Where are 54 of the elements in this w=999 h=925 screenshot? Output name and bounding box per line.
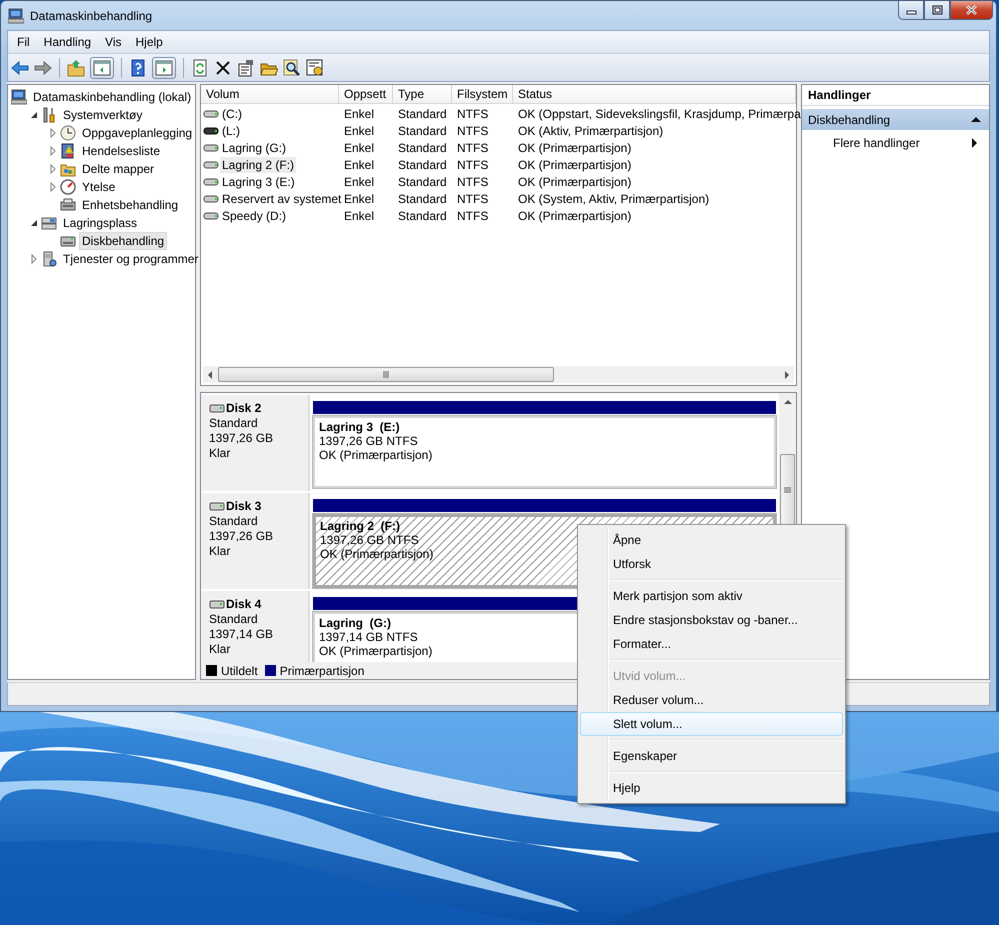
disk-type: Standard: [209, 514, 259, 529]
partition-status: OK (Primærpartisjon): [319, 448, 432, 462]
disk-size: 1397,14 GB: [209, 627, 274, 642]
table-cell-text: Enkel: [343, 106, 376, 120]
legend-label: Utildelt: [221, 664, 258, 678]
table-cell-text: OK (System, Aktiv, Primærpartisjon): [517, 192, 710, 206]
table-cell-text: Standard: [397, 124, 448, 138]
window-title: Datamaskinbehandling: [30, 8, 152, 22]
table-cell-text: Standard: [397, 192, 448, 206]
table-cell-text: OK (Primærpartisjon): [517, 174, 632, 188]
table-cell-text: NTFS: [456, 106, 490, 120]
disk-type: Standard: [209, 416, 259, 431]
disk-size: 1397,26 GB: [209, 529, 274, 544]
table-cell-text: NTFS: [456, 140, 490, 154]
disk-size: 1397,26 GB: [209, 431, 274, 446]
table-cell-text: Enkel: [343, 192, 376, 206]
partition-size: 1397,26 GB NTFS: [319, 434, 418, 448]
actions-title: Handlinger: [802, 85, 989, 106]
table-cell-text: NTFS: [456, 124, 490, 138]
partition-name: Lagring 2 (F:): [320, 519, 400, 533]
table-cell-text: NTFS: [456, 208, 490, 222]
table-cell-text: Enkel: [343, 174, 376, 188]
partition-size: 1397,14 GB NTFS: [319, 630, 418, 644]
table-cell-text: OK (Primærpartisjon): [517, 140, 632, 154]
partition-status: OK (Primærpartisjon): [319, 644, 432, 658]
disk-state: Klar: [209, 544, 232, 559]
table-cell-text: Standard: [397, 174, 448, 188]
table-cell-text: NTFS: [456, 174, 490, 188]
table-cell-text: Enkel: [343, 158, 376, 172]
table-cell-text: NTFS: [456, 192, 490, 206]
table-cell-text: NTFS: [456, 158, 490, 172]
disk-name: Disk 3: [226, 499, 262, 514]
partition-status: OK (Primærpartisjon): [320, 547, 434, 561]
disk-name: Disk 2: [226, 401, 262, 416]
disk-name: Disk 4: [226, 597, 262, 612]
disk-state: Klar: [209, 446, 232, 461]
table-cell-text: OK (Primærpartisjon): [517, 158, 632, 172]
partition-name: Lagring 3 (E:): [319, 420, 400, 434]
table-cell-text: Standard: [397, 208, 448, 222]
disk-type: Standard: [209, 612, 259, 627]
table-cell-text: Enkel: [343, 124, 376, 138]
partition-name: Lagring (G:): [319, 616, 391, 630]
disk-state: Klar: [209, 642, 232, 657]
table-cell-text: Standard: [397, 158, 448, 172]
table-cell-text: Enkel: [343, 208, 376, 222]
section-title: Diskbehandling: [808, 112, 890, 126]
table-cell-text: OK (Primærpartisjon): [517, 208, 632, 222]
partition-size: 1397,26 GB NTFS: [320, 533, 419, 547]
legend-label: Primærpartisjon: [280, 664, 364, 678]
table-cell-text: Standard: [397, 140, 448, 154]
table-cell-text: Standard: [397, 106, 448, 120]
table-cell-text: OK (Oppstart, Sidevekslingsfil, Krasjdump, Primærpa: [517, 106, 801, 120]
table-cell-text: OK (Aktiv, Primærpartisjon): [517, 124, 664, 138]
table-cell-text: Enkel: [343, 140, 376, 154]
